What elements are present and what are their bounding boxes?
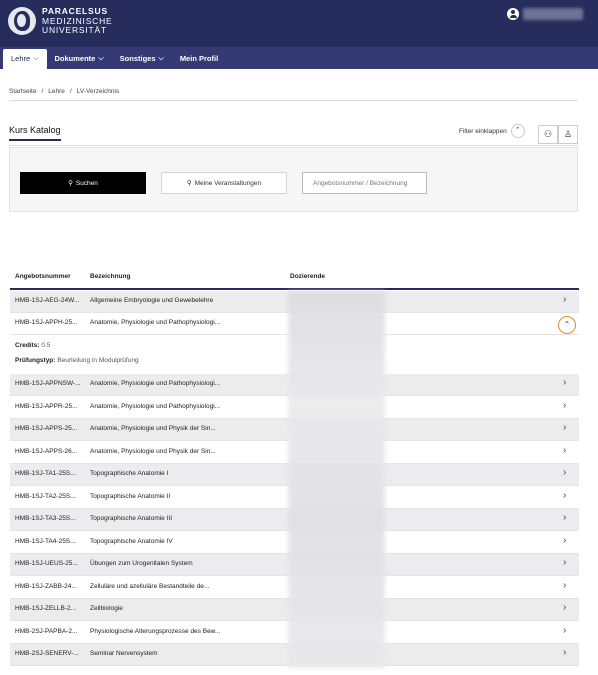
chevron-right-icon[interactable]: › [563, 647, 566, 658]
main-nav: Lehre ⌵ Dokumente ⌵ Sonstiges ⌵ Mein Pro… [0, 47, 598, 69]
course-name: Physiologische Alterungsprozesse des Bew… [90, 628, 221, 635]
course-id: HMB-1SJ-APPS-26... [15, 448, 78, 455]
course-id: HMB-1SJ-TA2-25S... [15, 493, 76, 500]
course-name: Topographische Anatomie II [90, 493, 171, 500]
breadcrumb: Startseite / Lehre / LV-Verzeichnis [9, 88, 119, 95]
page-title: Kurs Katalog [9, 125, 61, 141]
divider [9, 100, 578, 101]
breadcrumb-startseite[interactable]: Startseite [9, 88, 36, 95]
search-icon: ⚲ [186, 180, 192, 187]
top-header: PARACELSUS MEDIZINISCHE UNIVERSITÄT [0, 0, 598, 47]
table-header: Angebotsnummer Bezeichnung Dozierende [10, 268, 579, 290]
course-name: Anatomie, Physiologie und Pathophysiolog… [90, 319, 221, 326]
course-name: Anatomie, Physiologie und Pathophysiolog… [90, 380, 221, 387]
exam-type-value: Beurteilung in Modulprüfung [57, 357, 139, 364]
nav-lehre[interactable]: Lehre ⌵ [3, 49, 47, 69]
course-search-input[interactable] [302, 172, 427, 194]
university-logo[interactable]: PARACELSUS MEDIZINISCHE UNIVERSITÄT [8, 6, 113, 36]
course-name: Anatomie, Physiologie und Physik der Sin… [90, 448, 216, 455]
my-courses-button[interactable]: ⚲ Meine Veranstaltungen [161, 172, 287, 194]
chevron-right-icon[interactable]: › [563, 512, 566, 523]
nav-sonstiges[interactable]: Sonstiges ⌵ [112, 49, 172, 69]
chevron-right-icon[interactable]: › [563, 557, 566, 568]
search-icon: ⚲ [68, 180, 73, 187]
exam-type-label: Prüfungstyp: [15, 357, 56, 364]
chevron-down-icon: ⌵ [33, 55, 39, 62]
course-id: HMB-1SJ-AEG-24W... [15, 297, 80, 304]
person-icon[interactable]: ♙ [558, 125, 578, 144]
credits-label: Credits: [15, 342, 40, 349]
course-id: HMB-1SJ-APPR-25... [15, 403, 78, 410]
paracelsus-logo-icon [8, 7, 36, 36]
course-name: Zellbiologie [90, 605, 123, 612]
chevron-right-icon[interactable]: › [563, 422, 566, 433]
course-name: Anatomie, Physiologie und Physik der Sin… [90, 425, 216, 432]
course-id: HMB-1SJ-TA4-25S... [15, 538, 76, 545]
course-name: Topographische Anatomie III [90, 515, 173, 522]
credits-value: 0.5 [41, 342, 51, 349]
course-id: HMB-1SJ-ZELLB-2... [15, 605, 77, 612]
search-button[interactable]: ⚲ Suchen [20, 172, 146, 194]
hierarchy-icon[interactable]: ⚇ [538, 125, 558, 144]
chevron-down-icon: ⌵ [158, 55, 164, 62]
course-name: Anatomie, Physiologie und Pathophysiolog… [90, 403, 221, 410]
course-id: HMB-1SJ-TA1-25S... [15, 470, 76, 477]
breadcrumb-separator: / [41, 88, 44, 95]
course-id: HMB-1SJ-APPNSW-... [15, 380, 81, 387]
chevron-right-icon[interactable]: › [563, 625, 566, 636]
chevron-right-icon[interactable]: › [563, 490, 566, 501]
course-id: HMB-2SJ-PAPBA-2... [15, 628, 78, 635]
course-id: HMB-1SJ-UEUS-25... [15, 560, 78, 567]
course-id: HMB-1SJ-APPH-25... [15, 319, 78, 326]
column-header-name[interactable]: Bezeichnung [90, 273, 130, 280]
chevron-up-icon[interactable]: ⌃ [558, 316, 576, 334]
course-name: Topographische Anatomie I [90, 470, 169, 477]
course-name: Seminar Nervensystem [90, 650, 158, 657]
divider [9, 145, 578, 146]
chevron-up-icon[interactable]: ⌃ [510, 124, 525, 138]
nav-dokumente[interactable]: Dokumente ⌵ [47, 49, 112, 69]
chevron-right-icon[interactable]: › [563, 445, 566, 456]
nav-mein-profil[interactable]: Mein Profil [172, 49, 226, 69]
breadcrumb-lehre[interactable]: Lehre [48, 88, 65, 95]
breadcrumb-current: LV-Verzeichnis [76, 88, 120, 95]
chevron-right-icon[interactable]: › [563, 602, 566, 613]
chevron-right-icon[interactable]: › [563, 535, 566, 546]
column-header-lecturers[interactable]: Dozierende [290, 273, 325, 280]
course-id: HMB-1SJ-ZABB-24... [15, 583, 77, 590]
chevron-right-icon[interactable]: › [563, 377, 566, 388]
course-name: Übungen zum Urogenitalen System [90, 560, 193, 567]
user-menu[interactable] [507, 8, 583, 20]
chevron-right-icon[interactable]: › [563, 400, 566, 411]
user-name-redacted [523, 8, 583, 20]
chevron-right-icon[interactable]: › [563, 580, 566, 591]
course-name: Topographische Anatomie IV [90, 538, 173, 545]
breadcrumb-separator: / [69, 88, 72, 95]
course-id: HMB-1SJ-TA3-25S... [15, 515, 76, 522]
course-name: Zelluläre und azelluläre Bestandteile de… [90, 583, 210, 590]
chevron-down-icon: ⌵ [98, 55, 104, 62]
chevron-right-icon[interactable]: › [563, 467, 566, 478]
chevron-right-icon[interactable]: › [563, 294, 566, 305]
course-name: Allgemeine Embryologie und Gewebelehre [90, 297, 214, 304]
course-id: HMB-2SJ-SENERV-... [15, 650, 79, 657]
course-id: HMB-1SJ-APPS-25... [15, 425, 78, 432]
filter-collapse-toggle[interactable]: Filter einklappen ⌃ [459, 124, 525, 138]
user-icon [507, 8, 519, 20]
column-header-id[interactable]: Angebotsnummer [15, 273, 71, 280]
lecturers-redacted [288, 291, 385, 668]
logo-text: PARACELSUS MEDIZINISCHE UNIVERSITÄT [42, 6, 113, 35]
